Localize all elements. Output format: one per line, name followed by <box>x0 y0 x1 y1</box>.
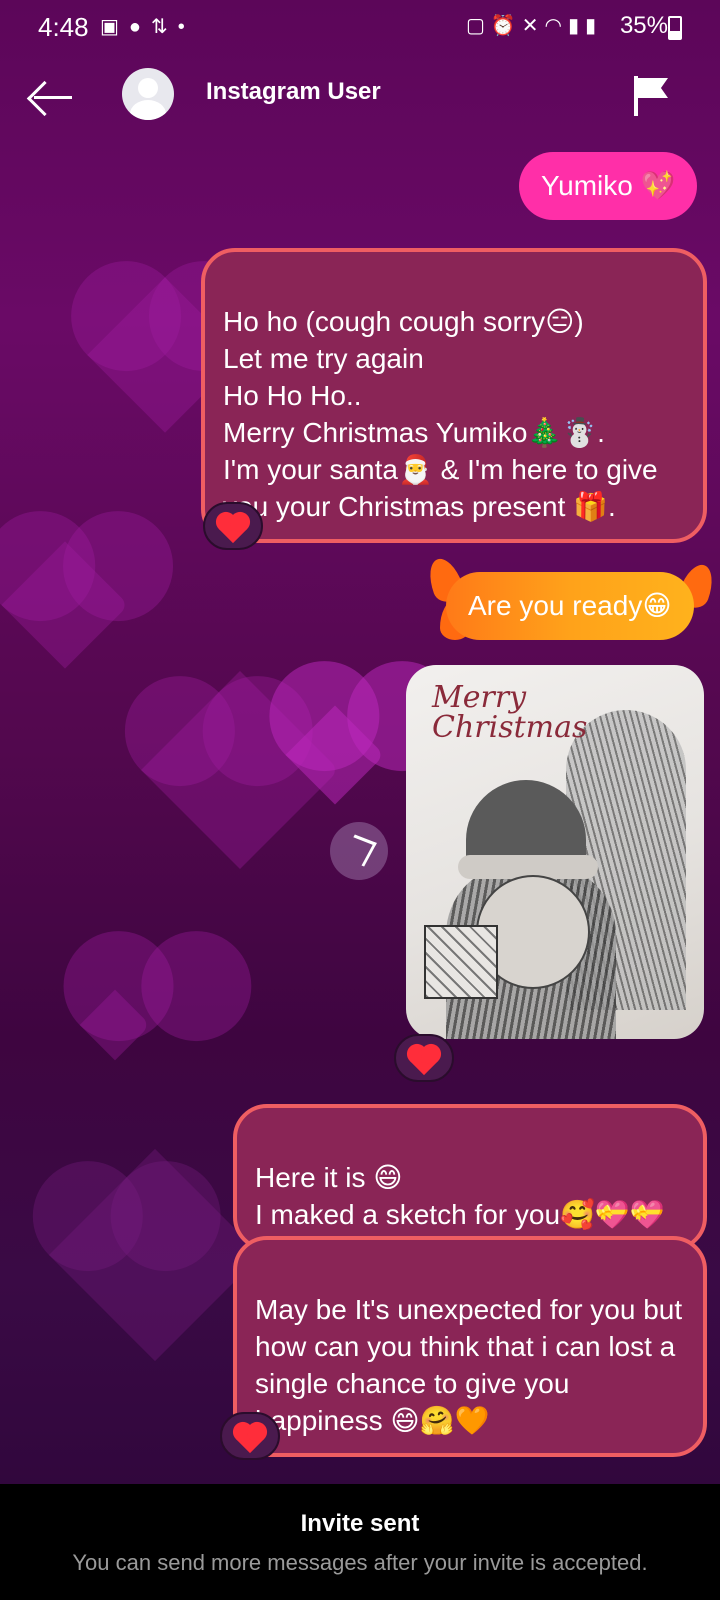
system-icons: ▢⏰✕◠▮▮ <box>466 13 602 38</box>
gallery-icon: ▣ <box>100 16 129 38</box>
report-flag-icon[interactable] <box>632 76 668 116</box>
message-text: Here it is 😄 I maked a sketch for you🥰💝💝 <box>255 1162 665 1230</box>
sketch-image-message[interactable]: Merry Christmas <box>406 665 704 1039</box>
message-bubble[interactable]: Yumiko 💖 <box>519 152 698 220</box>
notification-icons: ▣●⇅• <box>100 14 195 39</box>
signal-icon: ▮ <box>584 15 602 37</box>
heart-icon <box>218 514 248 544</box>
data-transfer-icon: ⇅ <box>151 16 178 38</box>
wifi-icon: ◠ <box>544 15 568 37</box>
reaction-badge[interactable] <box>394 1034 454 1082</box>
back-arrow-icon[interactable] <box>28 78 74 118</box>
message-bubble[interactable]: May be It's unexpected for you but how c… <box>233 1236 707 1457</box>
volte-icon: ▮ <box>567 15 585 37</box>
message-text: Yumiko 💖 <box>541 170 676 201</box>
reaction-badge[interactable] <box>220 1412 280 1460</box>
status-time: 4:48 <box>38 12 89 42</box>
invite-sent-subtitle: You can send more messages after your in… <box>72 1550 648 1575</box>
background-heart <box>48 1148 262 1362</box>
battery-icon <box>668 16 682 40</box>
reaction-badge[interactable] <box>203 502 263 550</box>
chat-username[interactable]: Instagram User <box>206 78 381 106</box>
status-bar: 4:48 ▣●⇅• ▢⏰✕◠▮▮ 35% <box>0 0 720 52</box>
avatar[interactable] <box>122 68 174 120</box>
message-text: Are you ready😁 <box>468 590 672 621</box>
chat-icon: ● <box>128 16 151 38</box>
alarm-icon: ⏰ <box>490 15 522 37</box>
background-heart <box>1 541 129 669</box>
battery-saver-icon: ▢ <box>465 15 491 37</box>
share-send-icon[interactable] <box>330 822 388 880</box>
message-text: May be It's unexpected for you but how c… <box>255 1294 683 1436</box>
chat-header: Instagram User <box>0 60 720 140</box>
invite-sent-title: Invite sent <box>300 1510 420 1537</box>
message-bubble[interactable]: Ho ho (cough cough sorry😑) Let me try ag… <box>201 248 707 543</box>
heart-icon <box>235 1424 265 1454</box>
image-caption: Merry Christmas <box>432 680 588 745</box>
invite-sent-footer: Invite sent You can send more messages a… <box>0 1484 720 1600</box>
dot-icon: • <box>177 16 195 38</box>
message-bubble[interactable]: Here it is 😄 I maked a sketch for you🥰💝💝 <box>233 1104 707 1251</box>
message-bubble[interactable]: Are you ready😁 <box>446 572 694 640</box>
heart-icon <box>409 1046 439 1076</box>
battery-percent: 35% <box>619 12 668 39</box>
background-heart <box>79 989 151 1061</box>
mute-icon: ✕ <box>521 15 545 37</box>
message-text: Ho ho (cough cough sorry😑) Let me try ag… <box>223 306 658 522</box>
